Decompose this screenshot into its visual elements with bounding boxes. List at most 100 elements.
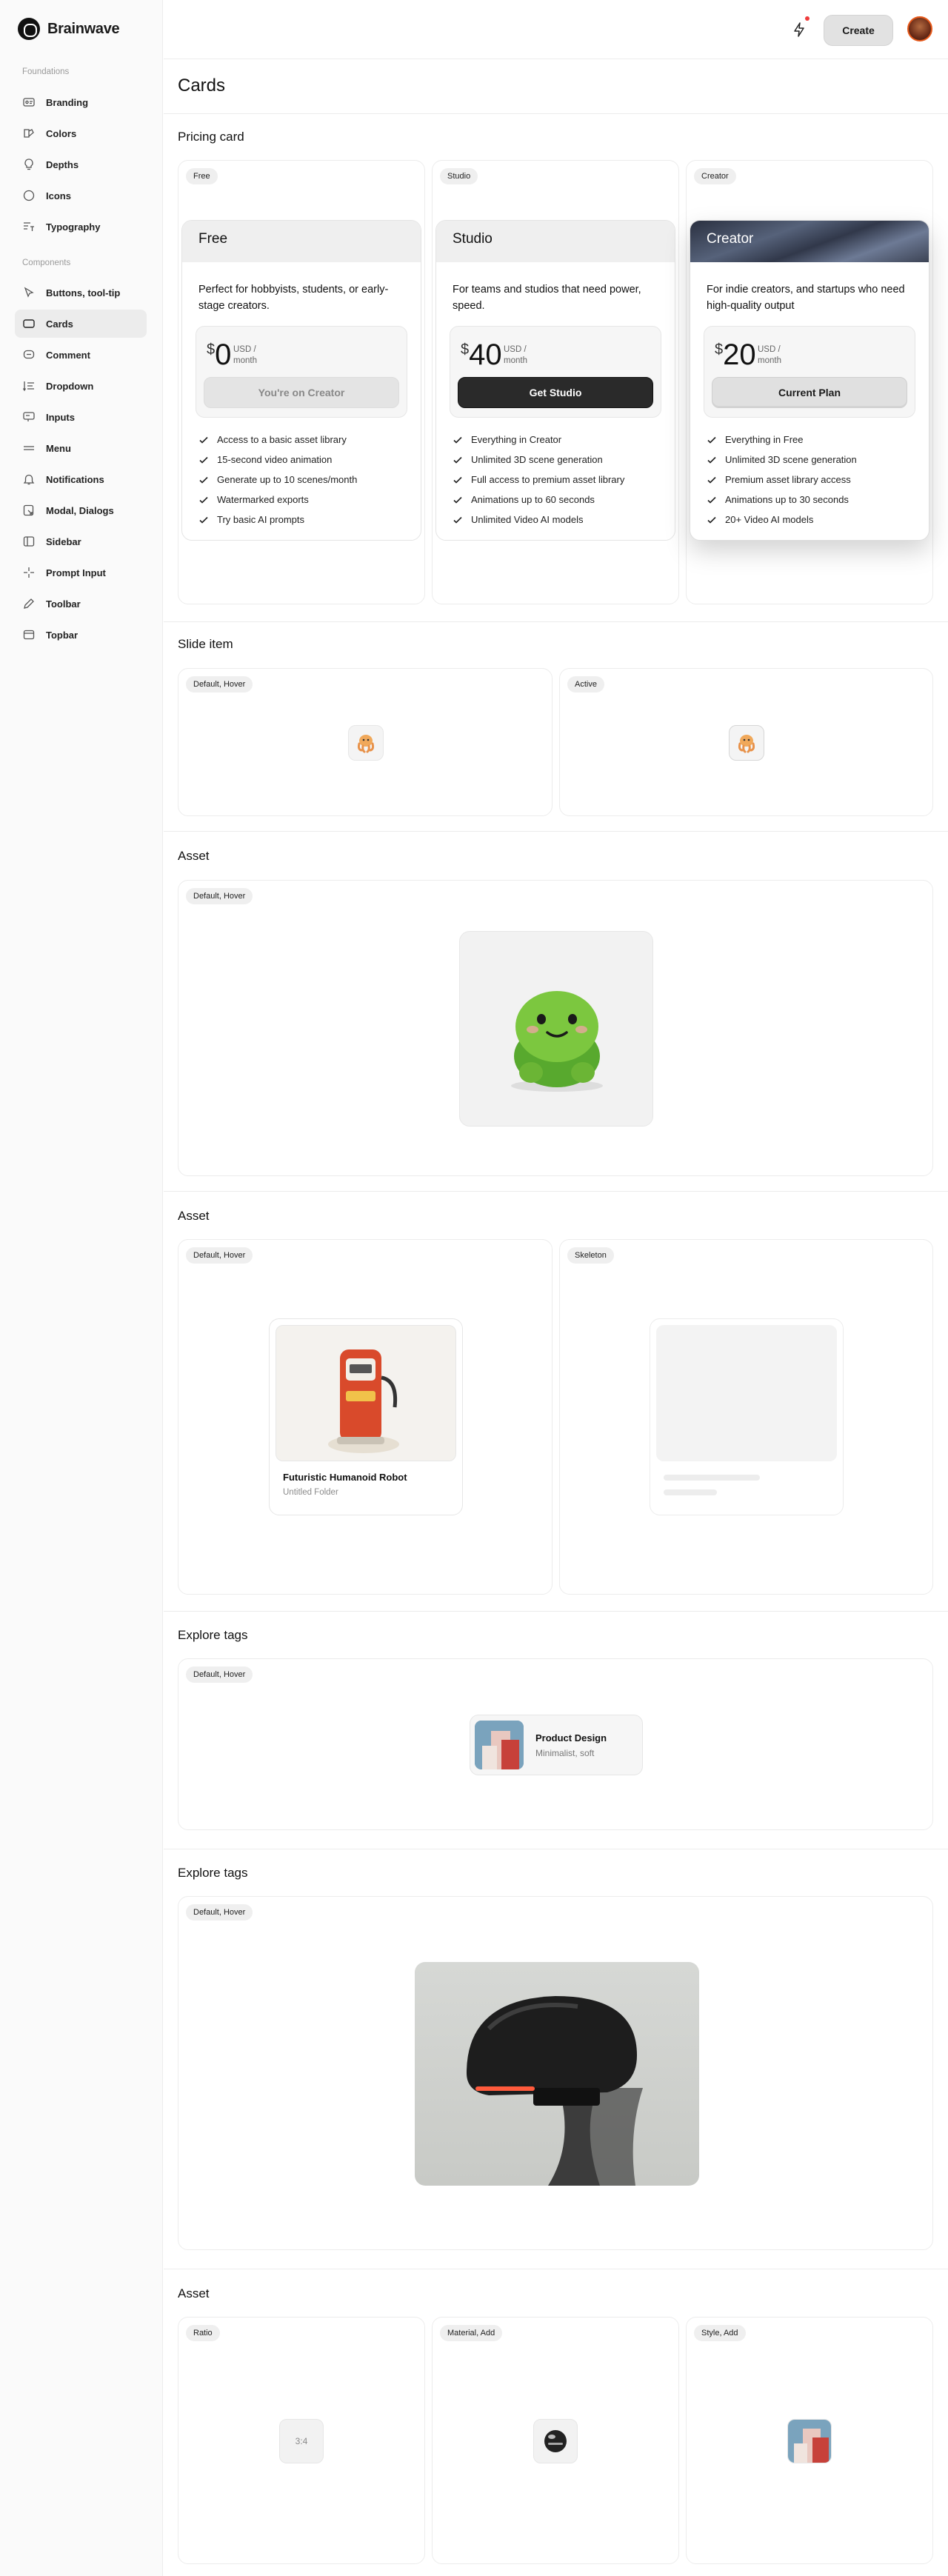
feature-list: Everything in Creator Unlimited 3D scene…: [436, 418, 675, 540]
sidebar-item-label: Branding: [46, 96, 89, 108]
state-tag: Free: [186, 168, 218, 184]
get-studio-button[interactable]: Get Studio: [458, 377, 653, 408]
pricing-panel-creator: Creator Creator For indie creators, and …: [686, 160, 933, 604]
explore-tag-card[interactable]: Product Design Minimalist, soft: [470, 1715, 643, 1775]
sphere-icon: [544, 2430, 567, 2452]
abstract-image: [475, 1721, 524, 1769]
brand-name: Brainwave: [47, 20, 120, 37]
check-icon: [707, 496, 716, 504]
sidebar-item-buttons[interactable]: Buttons, tool-tip: [15, 278, 147, 307]
plan-description: For indie creators, and startups who nee…: [707, 284, 905, 312]
feature-item: 20+ Video AI models: [707, 510, 912, 530]
state-tag: Skeleton: [567, 1247, 614, 1264]
lightning-icon[interactable]: [790, 20, 809, 39]
sidebar-item-typography[interactable]: Typography: [15, 213, 147, 241]
ratio-chip[interactable]: 3:4: [279, 2419, 324, 2463]
sidebar-item-toolbar[interactable]: Toolbar: [15, 590, 147, 618]
state-tag: Default, Hover: [186, 888, 253, 904]
price-period: USD / month: [233, 345, 257, 365]
state-tag: Default, Hover: [186, 1666, 253, 1683]
section-title-asset: Asset: [178, 2286, 210, 2300]
skeleton-card: [650, 1318, 844, 1515]
slide-item[interactable]: [348, 725, 384, 761]
sidebar-item-colors[interactable]: Colors: [15, 119, 147, 147]
check-icon: [199, 436, 208, 444]
feature-item: Watermarked exports: [198, 490, 404, 510]
sidebar-item-cards[interactable]: Cards: [15, 310, 147, 338]
feature-item: Access to a basic asset library: [198, 430, 404, 450]
divider: [164, 621, 948, 622]
nav-section-components: Components: [22, 258, 71, 267]
feature-item: Generate up to 10 scenes/month: [198, 470, 404, 490]
explore-tag-thumbnail: [475, 1721, 524, 1769]
divider: [164, 1191, 948, 1192]
create-button[interactable]: Create: [824, 15, 893, 46]
plan-description: Perfect for hobbyists, students, or earl…: [198, 284, 389, 312]
state-tag: Default, Hover: [186, 676, 253, 693]
pricing-card-creator: Creator For indie creators, and startups…: [690, 220, 929, 541]
sidebar-item-comment[interactable]: Comment: [15, 341, 147, 369]
dropdown-icon: [22, 379, 36, 393]
state-tag: Active: [567, 676, 604, 693]
sidebar-item-branding[interactable]: Branding: [15, 88, 147, 116]
sidebar-item-prompt-input[interactable]: Prompt Input: [15, 558, 147, 587]
feature-text: Animations up to 30 seconds: [725, 494, 849, 505]
sidebar-item-label: Typography: [46, 221, 101, 233]
modal-icon: [22, 504, 36, 517]
feature-item: Everything in Free: [707, 430, 912, 450]
style-chip[interactable]: [787, 2419, 832, 2463]
sidebar-item-depths[interactable]: Depths: [15, 150, 147, 178]
plan-name: Free: [182, 221, 421, 262]
asset-card[interactable]: Futuristic Humanoid Robot Untitled Folde…: [269, 1318, 463, 1515]
check-icon: [453, 516, 462, 524]
state-tag: Creator: [694, 168, 736, 184]
sidebar: Brainwave Foundations Branding Colors De…: [0, 0, 163, 2576]
current-plan-button[interactable]: Current Plan: [712, 377, 907, 408]
check-icon: [707, 476, 716, 484]
feature-item: Animations up to 60 seconds: [453, 490, 658, 510]
material-chip[interactable]: [533, 2419, 578, 2463]
asset-panel-default: Default, Hover Futuristic Humanoid Robot…: [178, 1239, 553, 1595]
slide-item-active[interactable]: [729, 725, 764, 761]
currency-symbol: $: [715, 341, 724, 358]
skeleton-line: [664, 1475, 760, 1481]
sidebar-item-icons[interactable]: Icons: [15, 181, 147, 210]
feature-text: Everything in Creator: [471, 434, 562, 445]
feature-item: Unlimited 3D scene generation: [707, 450, 912, 470]
explore-tag-subtitle: Minimalist, soft: [535, 1748, 595, 1758]
feature-item: Premium asset library access: [707, 470, 912, 490]
current-plan-button[interactable]: You're on Creator: [204, 377, 399, 408]
divider: [164, 113, 948, 114]
slide-panel-active: Active: [559, 668, 933, 816]
feature-text: Premium asset library access: [725, 474, 851, 485]
card-icon: [22, 317, 36, 330]
divider: [164, 831, 948, 832]
sidebar-item-sidebar[interactable]: Sidebar: [15, 527, 147, 555]
divider: [164, 1611, 948, 1612]
sidebar-item-dropdown[interactable]: Dropdown: [15, 372, 147, 400]
helmet-image: [467, 1996, 643, 2186]
feature-item: Everything in Creator: [453, 430, 658, 450]
check-icon: [453, 456, 462, 464]
check-icon: [199, 476, 208, 484]
feature-text: Animations up to 60 seconds: [471, 494, 595, 505]
sidebar-item-notifications[interactable]: Notifications: [15, 465, 147, 493]
sidebar-item-topbar[interactable]: Topbar: [15, 621, 147, 649]
sidebar-item-inputs[interactable]: Inputs: [15, 403, 147, 431]
check-icon: [707, 456, 716, 464]
avatar[interactable]: [907, 16, 932, 41]
feature-text: Unlimited 3D scene generation: [725, 454, 857, 465]
page-title: Cards: [178, 76, 226, 96]
price-amount: 20: [723, 338, 756, 371]
octopus-thumbnail: [738, 735, 755, 753]
sidebar-item-modal[interactable]: Modal, Dialogs: [15, 496, 147, 524]
plan-description: For teams and studios that need power, s…: [453, 284, 641, 312]
feature-text: 20+ Video AI models: [725, 514, 814, 525]
asset-card[interactable]: [459, 931, 653, 1127]
check-icon: [453, 496, 462, 504]
section-title-explore-tags: Explore tags: [178, 1866, 248, 1880]
explore-image-card[interactable]: [415, 1962, 699, 2186]
currency-symbol: $: [461, 341, 470, 358]
sidebar-item-menu[interactable]: Menu: [15, 434, 147, 462]
brand-logo[interactable]: Brainwave: [18, 18, 120, 40]
